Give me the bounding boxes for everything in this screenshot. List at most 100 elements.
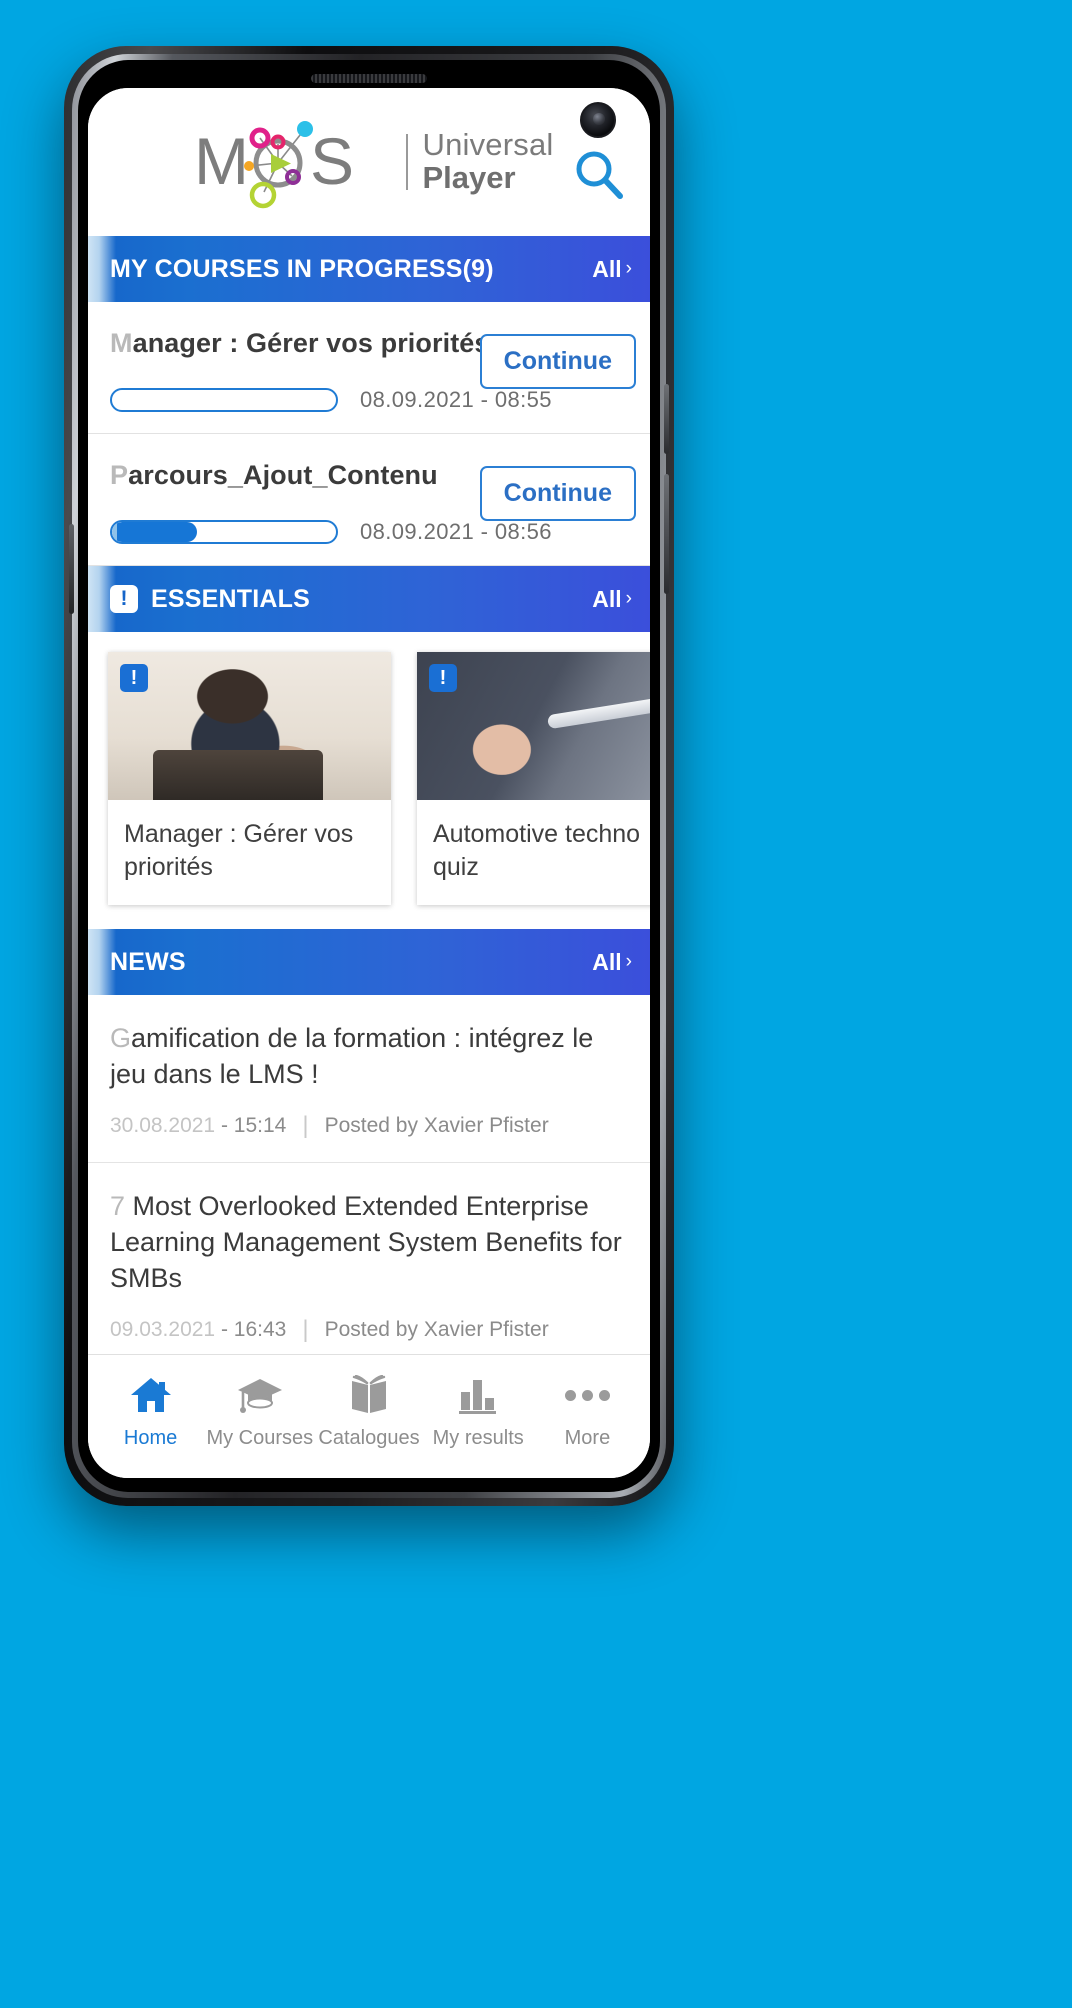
bottom-navigation: Home My Courses Catalogues My results Mo… (88, 1354, 650, 1478)
phone-frame: M S Universal Player MY COURSES IN PROGR… (69, 54, 669, 1498)
time-value: 08:55 (494, 387, 552, 412)
nav-label: My Courses (206, 1427, 314, 1449)
progress-fill (112, 522, 198, 542)
open-book-icon (348, 1373, 390, 1417)
news-list-item[interactable]: Gamification de la formation : intégrez … (88, 995, 650, 1164)
section-title-group: ! ESSENTIALS (88, 585, 310, 614)
exclamation-badge-icon: ! (110, 585, 138, 613)
ellipsis-icon (564, 1373, 610, 1417)
volume-up-button[interactable] (664, 384, 669, 454)
section-header-my-courses: MY COURSES IN PROGRESS(9) All › (88, 236, 650, 302)
section-header-news: NEWS All › (88, 929, 650, 995)
card-thumbnail: ! (417, 652, 650, 800)
news-meta: 09.03.2021 - 16:43 | Posted by Xavier Pf… (110, 1316, 628, 1344)
news-date: 09.03.2021 - 16:43 (110, 1318, 286, 1342)
app-scroll-area[interactable]: M S Universal Player MY COURSES IN PROGR… (88, 88, 650, 1478)
course-title-rest: anager : Gérer vos priorités (132, 328, 490, 358)
earpiece-speaker (311, 74, 427, 83)
card-photo (108, 652, 391, 800)
meta-divider: | (302, 1112, 309, 1140)
essentials-all-link[interactable]: All › (592, 586, 650, 613)
nav-label: Catalogues (318, 1427, 420, 1449)
nav-label: Home (123, 1427, 178, 1449)
continue-button[interactable]: Continue (479, 334, 636, 389)
nav-label: My results (432, 1427, 524, 1449)
news-meta: 30.08.2021 - 15:14 | Posted by Xavier Pf… (110, 1112, 628, 1140)
exclamation-badge-icon: ! (429, 664, 457, 692)
nav-item-catalogues[interactable]: Catalogues (314, 1373, 423, 1450)
meta-divider: | (302, 1316, 309, 1344)
app-header: M S Universal Player (88, 88, 650, 236)
nav-label: More (564, 1427, 611, 1449)
section-title-group: NEWS (88, 948, 186, 977)
section-title-group: MY COURSES IN PROGRESS(9) (88, 255, 494, 284)
logo-player-text: Player (422, 160, 516, 195)
date-separator: - (220, 1114, 228, 1138)
course-list-item[interactable]: Parcours_Ajout_Contenu 08.09.2021 - 08:5… (88, 434, 650, 566)
search-icon[interactable] (570, 146, 628, 204)
camera-lens (593, 113, 605, 125)
date-separator: - (480, 387, 489, 412)
logo-wordmark: Universal Player (422, 129, 553, 194)
news-title-rest: Most Overlooked Extended Enterprise Lear… (110, 1191, 622, 1293)
news-all-link[interactable]: All › (592, 949, 650, 976)
news-list-item[interactable]: 7 Most Overlooked Extended Enterprise Le… (88, 1163, 650, 1368)
phone-bezel: M S Universal Player MY COURSES IN PROGR… (78, 60, 660, 1492)
bar-chart-icon (457, 1373, 499, 1417)
logo-divider (406, 134, 409, 190)
front-camera-icon (580, 102, 616, 138)
time-value: 08:56 (494, 519, 552, 544)
power-button[interactable] (664, 474, 669, 594)
date-value: 09.03.2021 (110, 1318, 216, 1342)
card-thumbnail: ! (108, 652, 391, 800)
exclamation-badge-icon: ! (120, 664, 148, 692)
essentials-carousel[interactable]: ! Manager : Gérer vos priorités ! Automo… (88, 632, 650, 929)
svg-text:M: M (194, 124, 249, 198)
course-progress-bar (110, 388, 338, 412)
all-label: All (592, 255, 622, 282)
date-value: 30.08.2021 (110, 1114, 216, 1138)
section-header-essentials: ! ESSENTIALS All › (88, 566, 650, 632)
news-title-initial: G (110, 1023, 132, 1053)
course-date: 08.09.2021 - 08:55 (360, 387, 552, 413)
essentials-card[interactable]: ! Automotive techno quiz (417, 652, 650, 905)
phone-screen: M S Universal Player MY COURSES IN PROGR… (88, 88, 650, 1478)
section-title: MY COURSES IN PROGRESS(9) (110, 254, 494, 283)
date-value: 08.09.2021 (360, 387, 475, 412)
date-separator: - (220, 1318, 228, 1342)
mos-logo-mark: M S (192, 114, 392, 210)
news-date: 30.08.2021 - 15:14 (110, 1114, 286, 1138)
date-separator: - (480, 519, 489, 544)
news-title-initial: 7 (110, 1191, 126, 1222)
courses-all-link[interactable]: All › (592, 256, 650, 283)
course-title-initial: M (110, 328, 133, 358)
course-title-rest: arcours_Ajout_Contenu (128, 460, 438, 490)
nav-item-my-courses[interactable]: My Courses (205, 1373, 314, 1450)
time-value: 15:14 (233, 1114, 287, 1138)
card-title: Manager : Gérer vos priorités (124, 820, 354, 881)
phone-device: M S Universal Player MY COURSES IN PROGR… (64, 46, 674, 1506)
news-author: Posted by Xavier Pfister (324, 1114, 549, 1138)
course-meta: 08.09.2021 - 08:56 (110, 519, 628, 545)
nav-item-more[interactable]: More (533, 1373, 642, 1450)
news-author: Posted by Xavier Pfister (324, 1318, 549, 1342)
chevron-right-icon: › (625, 258, 632, 279)
nav-item-my-results[interactable]: My results (424, 1373, 533, 1450)
chevron-right-icon: › (625, 951, 632, 972)
chevron-right-icon: › (625, 588, 632, 609)
date-value: 08.09.2021 (360, 519, 475, 544)
card-title: Automotive techno quiz (433, 820, 641, 881)
graduation-cap-icon (237, 1373, 283, 1417)
home-icon (130, 1373, 172, 1417)
course-meta: 08.09.2021 - 08:55 (110, 387, 628, 413)
time-value: 16:43 (233, 1318, 287, 1342)
course-list-item[interactable]: Manager : Gérer vos priorités 08.09.2021… (88, 302, 650, 434)
essentials-card[interactable]: ! Manager : Gérer vos priorités (108, 652, 391, 905)
svg-text:S: S (310, 124, 354, 198)
course-date: 08.09.2021 - 08:56 (360, 519, 552, 545)
nav-item-home[interactable]: Home (96, 1373, 205, 1450)
logo-universal-text: Universal (422, 127, 554, 163)
side-key-left[interactable] (69, 524, 74, 614)
course-progress-bar (110, 520, 338, 544)
continue-button[interactable]: Continue (479, 466, 636, 521)
